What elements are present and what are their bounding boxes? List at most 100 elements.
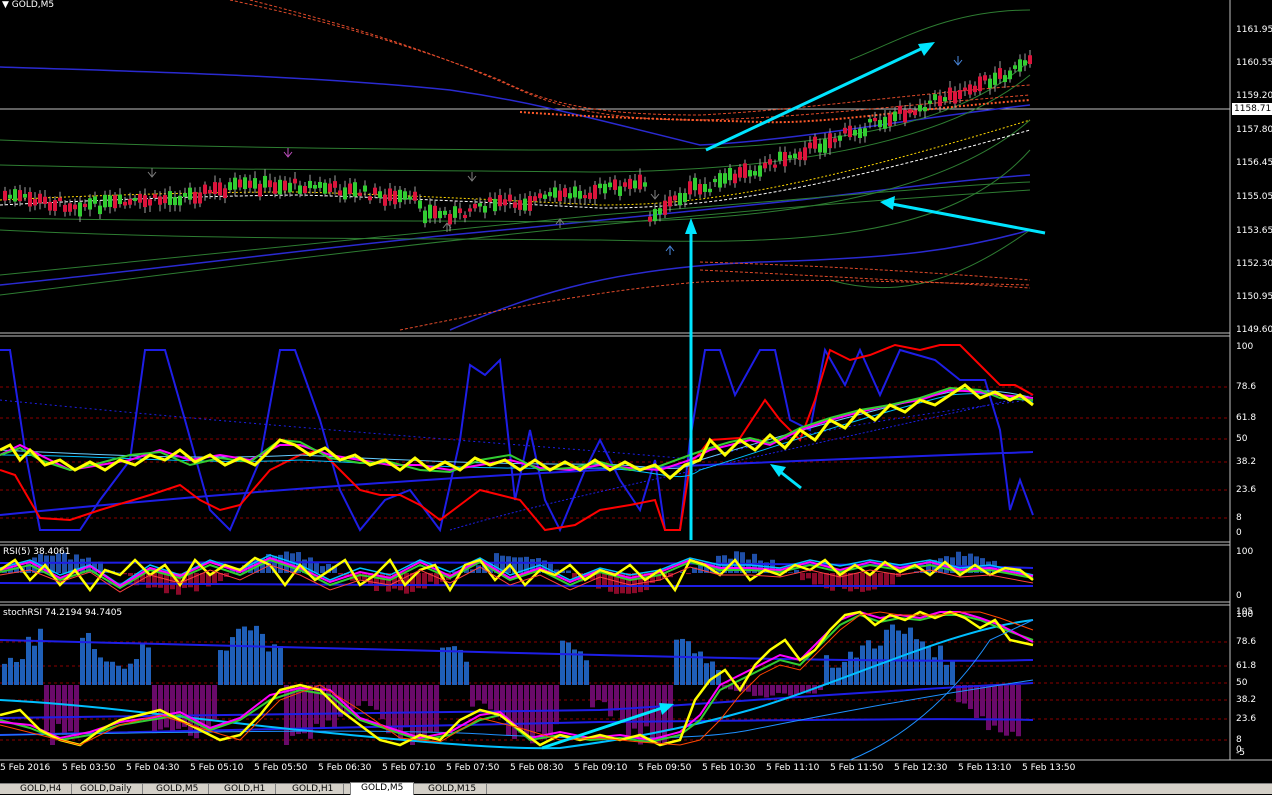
candle [933,94,937,100]
candle [678,193,682,205]
candle [923,107,927,111]
candle [103,195,107,208]
stoch-bar [374,685,379,710]
time-label: 5 Feb 08:30 [510,763,563,773]
candle [48,202,52,211]
stoch-bar [476,685,481,700]
stoch-bar [86,633,91,685]
candle [38,194,42,204]
candle [788,155,792,158]
rsi-multi-label: 50 [1236,434,1247,444]
rsi-bar [566,571,571,573]
candle [18,190,22,201]
candle [708,189,712,192]
candle [968,84,972,94]
stoch-bar [368,685,373,706]
candle [693,178,697,190]
candle [498,195,502,206]
stoch-bar [752,685,757,696]
price-label: 1150.95 [1236,292,1272,302]
candle [533,196,537,201]
candle [323,183,327,194]
candle [853,130,857,135]
stoch-bar [380,685,385,719]
stoch-bar [884,630,889,685]
candle [778,152,782,161]
stoch-bar [32,646,37,685]
candle [453,206,457,218]
candle [628,179,632,189]
candle [338,190,342,195]
stoch-bar [944,665,949,685]
candle [653,209,657,221]
candle [513,202,517,208]
candle [538,193,542,198]
candle [898,106,902,114]
candle [383,195,387,206]
stoch-bar [260,634,265,685]
candle [133,198,137,201]
time-label: 5 Feb 11:50 [830,763,883,773]
candle [408,197,412,200]
stoch-bar [644,685,649,726]
stoch-bar [866,640,871,685]
stoch-bar [998,685,1003,732]
rsi-bar [860,573,865,592]
stoch-bar [788,685,793,696]
time-label: 5 Feb 13:10 [958,763,1011,773]
stoch-bar [248,630,253,685]
stoch-bar [164,685,169,727]
stoch-bar [890,625,895,685]
rsi-multi-label: 0 [1236,528,1242,538]
candle [713,179,717,182]
candle [98,206,102,214]
chart-menu-icon[interactable]: ▼ [2,0,9,10]
time-label: 5 Feb 13:50 [1022,763,1075,773]
candle [23,194,27,198]
candle [958,90,962,99]
time-label: 5 Feb 2016 [0,763,50,773]
stoch-bar [482,685,487,704]
stoch-bar [224,651,229,685]
chart-title: ▼ GOLD,M5 [2,0,54,10]
time-label: 5 Feb 12:30 [894,763,947,773]
stoch-bar [554,685,559,724]
candle [723,173,727,183]
stoch-bar [68,685,73,731]
candle [128,199,132,205]
candle [908,109,912,113]
rsi-bar [812,573,817,585]
stoch-bar [170,685,175,732]
candle [313,185,317,189]
rsi-bar [152,573,157,587]
stoch-bar [278,646,283,685]
chart-canvas[interactable] [0,0,1272,793]
candle [988,79,992,88]
rsi-bar [890,573,895,585]
candle [983,75,987,80]
stoch-bar [2,664,7,685]
candle [273,182,277,193]
stoch-bar [152,685,157,733]
candle [178,196,182,206]
stoch-bar [116,666,121,685]
candle [558,191,562,202]
candle [143,195,147,207]
rsi-multi-label: 78.6 [1236,382,1256,392]
candle [598,184,602,188]
candle [758,165,762,176]
stoch-bar [26,637,31,685]
candle [953,91,957,103]
stoch-bar [128,664,133,685]
stoch-bar [302,685,307,733]
tab-gold-m5-active[interactable]: GOLD,M5 [350,782,414,795]
stoch-bar [620,685,625,723]
rsi-multi-label: 8 [1236,513,1242,523]
candle [1003,75,1007,82]
stoch-label: 50 [1236,678,1247,688]
candle [343,187,347,199]
candle [378,191,382,198]
stoch-bar [146,647,151,685]
candle [183,193,187,197]
rsi-bar [128,573,133,576]
